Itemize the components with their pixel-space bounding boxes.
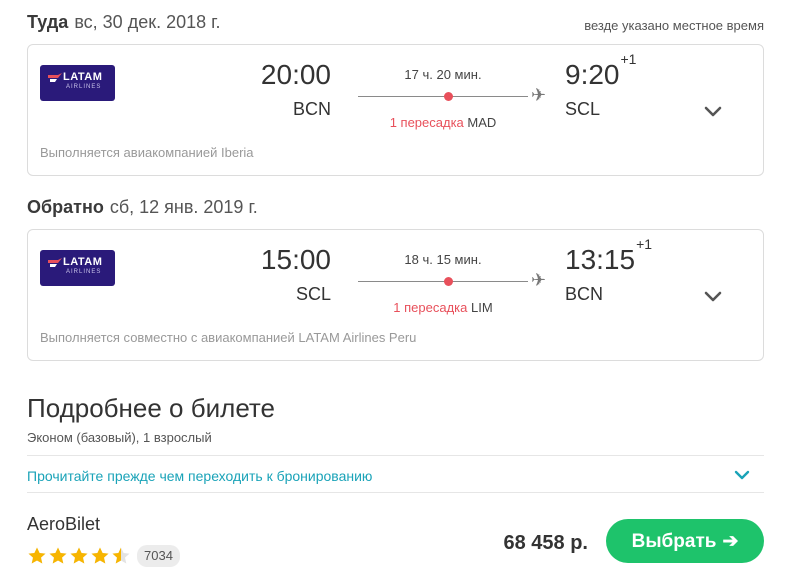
airline-logo-sub: AIRLINES: [66, 269, 102, 275]
star-icon: [28, 547, 46, 564]
arrival-airport: BCN: [565, 284, 604, 304]
airline-logo-brand: LATAM: [63, 256, 103, 268]
booking-notice-link[interactable]: Прочитайте прежде чем переходить к брони…: [27, 468, 372, 484]
stops-count: 1 пересадка: [393, 300, 468, 315]
local-time-note: везде указано местное время: [584, 18, 764, 33]
route-line: [358, 96, 528, 97]
agency-name[interactable]: AeroBilet: [27, 514, 100, 535]
return-header: Обратно сб, 12 янв. 2019 г.: [27, 197, 258, 218]
star-icon: [112, 547, 130, 564]
airline-logo: LATAM AIRLINES: [40, 250, 115, 286]
stops-count: 1 пересадка: [389, 115, 464, 130]
outbound-flight-card[interactable]: LATAM AIRLINES 20:00 BCN 17 ч. 20 мин. ✈…: [27, 44, 764, 176]
return-flight-card[interactable]: LATAM AIRLINES 15:00 SCL 18 ч. 15 мин. ✈…: [27, 229, 764, 361]
departure-airport: SCL: [295, 284, 331, 304]
ticket-price: 68 458 р.: [503, 532, 588, 554]
airline-logo: LATAM AIRLINES: [40, 65, 115, 101]
star-icon: [70, 547, 88, 564]
day-offset: +1: [636, 235, 653, 252]
select-button-label: Выбрать: [631, 530, 717, 552]
rating-count: 7034: [137, 545, 180, 567]
route-line: [358, 281, 528, 282]
arrival-time-value: 9:20: [565, 59, 620, 90]
outbound-date: вс, 30 дек. 2018 г.: [74, 12, 221, 32]
operated-by: Выполняется совместно с авиакомпанией LA…: [40, 330, 417, 345]
flight-duration: 18 ч. 15 мин.: [404, 252, 482, 267]
departure-airport: BCN: [292, 99, 331, 119]
departure-time: 15:00: [260, 244, 331, 275]
chevron-down-icon[interactable]: [703, 105, 723, 119]
outbound-label: Туда: [27, 12, 69, 32]
airline-logo-sub: AIRLINES: [66, 84, 102, 90]
star-icon: [91, 547, 109, 564]
chevron-down-icon[interactable]: [703, 290, 723, 304]
stops-via: MAD: [467, 115, 497, 130]
select-button[interactable]: Выбрать ➔: [606, 519, 764, 563]
stops-via: LIM: [471, 300, 493, 315]
star-icon: [49, 547, 67, 564]
stop-dot-icon: [444, 277, 453, 286]
ticket-details-title: Подробнее о билете: [27, 393, 276, 423]
return-label: Обратно: [27, 197, 104, 217]
arrival-time: 13:15+1: [565, 236, 652, 276]
arrival-time: 9:20+1: [565, 51, 636, 91]
arrow-right-icon: ➔: [722, 530, 739, 552]
ticket-class-info: Эконом (базовый), 1 взрослый: [27, 430, 212, 445]
plane-icon: ✈: [531, 85, 547, 105]
departure-time: 20:00: [260, 59, 331, 90]
outbound-header: Туда вс, 30 дек. 2018 г.: [27, 12, 221, 33]
stops-info: 1 пересадка MAD: [358, 115, 528, 130]
plane-icon: ✈: [531, 270, 547, 290]
flight-duration: 17 ч. 20 мин.: [404, 67, 482, 82]
return-date: сб, 12 янв. 2019 г.: [109, 197, 258, 217]
day-offset: +1: [620, 50, 637, 67]
airline-logo-brand: LATAM: [63, 71, 103, 83]
arrival-time-value: 13:15: [565, 244, 636, 275]
stops-info: 1 пересадка LIM: [358, 300, 528, 315]
booking-notice-row[interactable]: Прочитайте прежде чем переходить к брони…: [27, 455, 764, 493]
arrival-airport: SCL: [565, 99, 601, 119]
latam-mark-icon: [48, 73, 62, 82]
operated-by: Выполняется авиакомпанией Iberia: [40, 145, 254, 160]
stop-dot-icon: [444, 92, 453, 101]
chevron-down-icon[interactable]: [734, 470, 750, 481]
latam-mark-icon: [48, 258, 62, 267]
